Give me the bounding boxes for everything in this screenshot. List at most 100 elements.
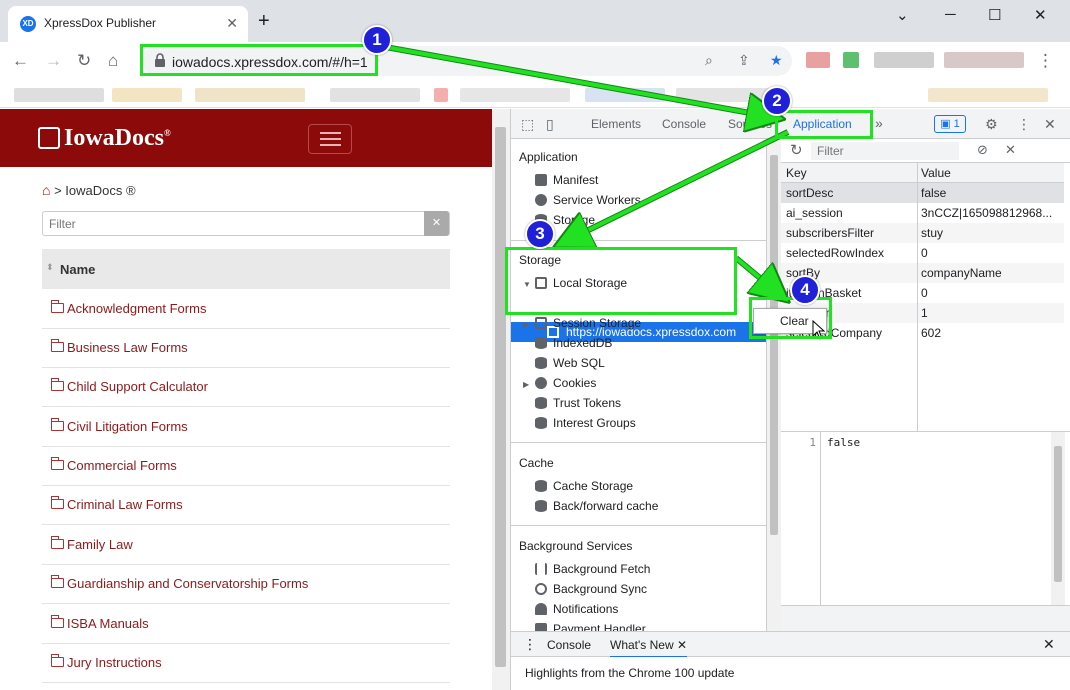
reload-icon[interactable]: ↻ [77,51,91,71]
forward-icon[interactable]: → [45,51,62,71]
collapse-triangle-icon[interactable]: ▶ [523,380,529,389]
scrollbar-thumb[interactable] [495,127,506,667]
tab-elements[interactable]: Elements [591,117,641,131]
devtools-menu-icon[interactable]: ⋮ [1017,116,1031,133]
name-column-header[interactable]: ⬍ Name [42,249,450,289]
tab-console[interactable]: Console [662,117,706,131]
drawer-tab-whats-new[interactable]: What's New ✕ [610,638,688,658]
hamburger-menu-button[interactable] [308,124,352,154]
list-item[interactable]: Business Law Forms [42,329,450,368]
minimize-icon[interactable]: ─ [945,6,956,23]
home-icon[interactable]: ⌂ [42,182,50,198]
list-item[interactable]: Acknowledgment Forms [42,290,450,329]
maximize-icon[interactable]: ☐ [988,6,1001,24]
sidebar-item-payment-handler[interactable]: Payment Handler [535,622,646,631]
site-logo[interactable]: IowaDocs® [64,125,171,152]
table-row[interactable]: ai_session 3nCCZ|165098812968... [781,203,1064,223]
settings-gear-icon[interactable]: ⚙ [985,116,998,133]
preview-value[interactable]: false [827,436,860,449]
extension-icon[interactable] [944,52,1024,68]
device-toolbar-icon[interactable]: ▯ [546,116,554,133]
inspect-element-icon[interactable]: ⬚ [521,116,534,133]
zoom-icon[interactable]: ⌕ [705,52,713,69]
sidebar-item-bfcache[interactable]: Back/forward cache [535,499,658,519]
sidebar-item-trust-tokens[interactable]: Trust Tokens [535,396,621,416]
delete-selected-icon[interactable]: ✕ [1005,142,1016,158]
bookmark-item[interactable] [195,88,305,102]
value-column-header[interactable]: Value [921,166,951,180]
bookmark-item[interactable] [330,88,420,102]
close-drawer-icon[interactable]: ✕ [1043,636,1055,653]
bookmark-item[interactable] [460,88,570,102]
refresh-icon[interactable]: ↻ [790,141,803,159]
list-item[interactable]: Guardianship and Conservatorship Forms [42,565,450,604]
home-icon[interactable]: ⌂ [108,51,118,71]
share-icon[interactable]: ⇪ [738,52,750,69]
scrollbar-thumb[interactable] [1054,446,1062,582]
chrome-menu-icon[interactable]: ⋮ [1037,51,1054,71]
bookmark-item[interactable] [434,88,448,102]
sidebar-item-web-sql[interactable]: Web SQL [535,356,605,376]
table-row[interactable]: sortDesc false [781,183,1064,203]
collapse-triangle-icon[interactable]: ▶ [523,320,529,329]
clear-all-icon[interactable]: ⊘ [977,142,988,158]
table-row[interactable]: selectedRowIndex 0 [781,243,1064,263]
preview-scrollbar[interactable] [1051,432,1065,606]
bookmark-item[interactable] [928,88,1048,102]
sidebar-item-cache-storage[interactable]: Cache Storage [535,479,633,499]
close-devtools-icon[interactable]: ✕ [1044,116,1056,133]
sidebar-item-manifest[interactable]: Manifest [535,173,598,193]
bookmark-item[interactable] [14,88,104,102]
filter-input[interactable] [49,217,419,231]
list-item[interactable]: Child Support Calculator [42,368,450,407]
issues-badge[interactable]: ▣ 1 [934,115,966,133]
page-scrollbar[interactable] [492,109,510,690]
sync-icon [535,583,547,595]
clear-filter-icon[interactable]: ✕ [424,211,449,236]
list-item[interactable]: Family Law [42,526,450,565]
back-icon[interactable]: ← [12,51,29,71]
tab-sources[interactable]: Sources [728,117,772,131]
scrollbar-thumb[interactable] [770,155,778,535]
more-tabs-icon[interactable]: » [875,115,883,131]
close-tab-icon[interactable]: ✕ [677,638,687,652]
table-row[interactable]: subscribersFilter stuy [781,223,1064,243]
drawer-tab-console[interactable]: Console [547,638,591,652]
iowadocs-page: IowaDocs® ⌂ > IowaDocs ® ✕ ⬍ Name Acknow… [0,109,492,690]
section-background-services: Background Services [519,539,633,553]
key-column-header[interactable]: Key [786,166,807,180]
breadcrumb-label[interactable]: > IowaDocs ® [54,183,135,198]
bookmark-item[interactable] [112,88,182,102]
window-close-icon[interactable]: ✕ [1034,6,1047,24]
sidebar-item-session-storage[interactable]: Session Storage [535,316,641,336]
bookmark-star-icon[interactable]: ★ [770,52,783,69]
new-tab-icon[interactable]: + [258,11,270,31]
storage-filter-input[interactable] [811,142,959,160]
section-cache: Cache [519,456,554,470]
sidebar-item-interest-groups[interactable]: Interest Groups [535,416,636,436]
sidebar-item-indexeddb[interactable]: IndexedDB [535,336,612,356]
list-item[interactable]: Criminal Law Forms [42,486,450,525]
tab-search-chevron-icon[interactable]: ⌄ [896,6,909,24]
drawer-menu-icon[interactable]: ⋮ [523,636,537,653]
extension-icon[interactable] [874,52,934,68]
extension-icon[interactable] [806,52,830,68]
sidebar-item-notifications[interactable]: Notifications [535,602,618,622]
bookmark-item[interactable] [585,88,665,102]
sidebar-item-service-workers[interactable]: Service Workers [535,193,641,213]
sidebar-item-background-sync[interactable]: Background Sync [535,582,647,602]
table-row[interactable]: sortBy companyName [781,263,1064,283]
sidebar-scrollbar[interactable] [767,139,781,631]
bookmark-item[interactable] [676,88,776,102]
sidebar-item-background-fetch[interactable]: Background Fetch [535,562,650,582]
browser-tab[interactable]: XD XpressDox Publisher ✕ [8,6,248,42]
sidebar-item-cookies[interactable]: Cookies [535,376,596,396]
extension-icon[interactable] [843,52,859,68]
list-item[interactable]: Civil Litigation Forms [42,408,450,447]
tab-close-icon[interactable]: ✕ [226,15,238,32]
column-divider[interactable] [917,163,918,463]
list-item[interactable]: ISBA Manuals [42,605,450,644]
list-item[interactable]: Jury Instructions [42,644,450,683]
list-item[interactable]: Commercial Forms [42,447,450,486]
storage-toolbar: ↻ ⊘ ✕ [781,139,1070,163]
